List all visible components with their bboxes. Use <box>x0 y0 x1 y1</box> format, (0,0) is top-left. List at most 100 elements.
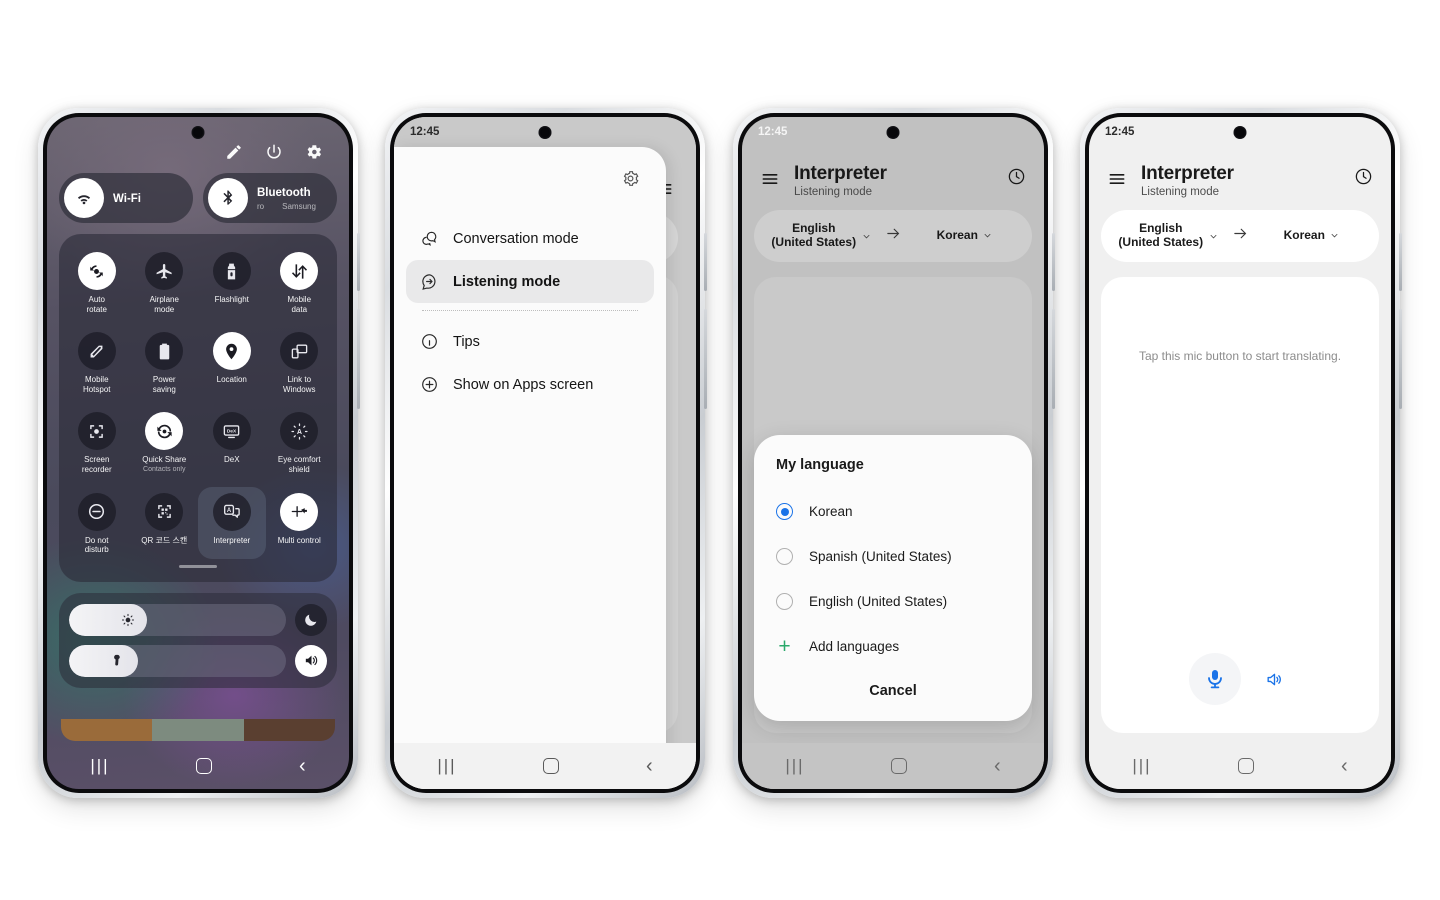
navigation-bar: ||| ‹ <box>1089 743 1391 789</box>
radio-button[interactable] <box>776 548 793 565</box>
cancel-button[interactable]: Cancel <box>776 669 1010 705</box>
home-icon[interactable] <box>543 758 560 774</box>
language-option-spanish-united-states[interactable]: Spanish (United States) <box>776 534 1010 579</box>
sound-mode-toggle[interactable] <box>295 644 327 677</box>
menu-divider <box>422 310 638 311</box>
listening-mode-icon <box>422 274 436 290</box>
bluetooth-tile[interactable]: Bluetooth ro Samsung <box>203 173 337 223</box>
qs-tile-flashlight[interactable]: Flashlight <box>198 246 266 318</box>
language-selector-bar: English (United States) Korean <box>1101 210 1379 262</box>
wallpaper-band-3 <box>243 719 335 741</box>
qs-tile-auto-rotate[interactable]: Auto rotate <box>63 246 131 318</box>
qs-tile-power-saving[interactable]: Power saving <box>131 326 199 398</box>
qs-tile-eye-comfort[interactable]: A Eye comfort shield <box>266 406 334 478</box>
dialog-title: My language <box>776 457 864 473</box>
hotspot-icon <box>90 345 103 358</box>
wallpaper-band-2 <box>152 719 244 741</box>
qs-tile-dex[interactable]: DeX DeX <box>198 406 266 478</box>
header-titles: Interpreter Listening mode <box>1141 163 1340 198</box>
speaker-icon <box>305 655 317 666</box>
hamburger-icon[interactable] <box>1107 169 1127 194</box>
qs-tile-label: Interpreter <box>213 535 251 545</box>
qs-tile-airplane[interactable]: Airplane mode <box>131 246 199 318</box>
qs-tile-qr-scan[interactable]: QR 코드 스캔 <box>131 487 199 559</box>
qs-tile-label: Mobile Hotspot <box>82 375 111 394</box>
bluetooth-sub-right: Samsung <box>282 202 316 212</box>
qs-tile-multi-control[interactable]: Multi control <box>266 487 334 559</box>
qs-tile-label: Location <box>216 375 247 385</box>
recent-apps-icon[interactable]: ||| <box>785 756 804 776</box>
volume-button[interactable] <box>1052 233 1055 291</box>
add-languages-button[interactable]: + Add languages <box>776 624 1010 669</box>
radio-button[interactable] <box>776 503 793 520</box>
back-icon[interactable]: ‹ <box>1341 756 1348 776</box>
qs-tile-link-to-windows[interactable]: Link to Windows <box>266 326 334 398</box>
interpreter-icon: A <box>224 504 241 518</box>
brightness-slider-row <box>69 603 327 636</box>
volume-button[interactable] <box>357 233 360 291</box>
panel-drag-handle[interactable] <box>179 564 217 568</box>
qs-tile-hotspot[interactable]: Mobile Hotspot <box>63 326 131 398</box>
recent-apps-icon[interactable]: ||| <box>90 756 109 776</box>
interpreter-icon: A <box>212 492 251 531</box>
airplane-icon <box>145 252 184 290</box>
qs-tile-quick-share[interactable]: Quick Share Contacts only <box>131 406 199 478</box>
svg-text:A: A <box>297 428 302 436</box>
power-side-button[interactable] <box>357 309 360 409</box>
front-camera-punchhole <box>191 126 205 139</box>
back-icon[interactable]: ‹ <box>994 756 1001 776</box>
flashlight-icon <box>228 263 236 279</box>
qs-tile-location-pin[interactable]: Location <box>198 326 266 398</box>
microphone-icon <box>1208 670 1222 689</box>
home-icon[interactable] <box>1238 758 1255 774</box>
language-option-english-united-states[interactable]: English (United States) <box>776 579 1010 624</box>
settings-gear-icon[interactable] <box>305 143 323 161</box>
drawer-item-conversation-mode[interactable]: Conversation mode <box>406 217 654 260</box>
drawer-item-listening-mode[interactable]: Listening mode <box>406 260 654 303</box>
speaker-button[interactable] <box>1257 662 1291 696</box>
screen-recorder-icon <box>77 412 116 451</box>
settings-gear-icon[interactable] <box>621 169 640 193</box>
volume-slider[interactable] <box>69 644 286 677</box>
listening-mode-icon <box>420 272 439 291</box>
power-side-button[interactable] <box>704 309 707 409</box>
volume-button[interactable] <box>1399 233 1402 291</box>
power-icon[interactable] <box>265 143 283 161</box>
info-icon <box>420 332 439 351</box>
brightness-icon <box>122 613 135 626</box>
source-language-selector[interactable]: English (United States) <box>1111 221 1226 250</box>
qs-tile-interpreter[interactable]: A Interpreter <box>198 486 266 559</box>
quick-share-icon <box>157 424 172 439</box>
brightness-slider[interactable] <box>69 603 286 636</box>
qs-tile-label: Do not disturb <box>84 535 109 555</box>
qs-tile-label: Link to Windows <box>283 375 316 394</box>
drawer-item-tips[interactable]: Tips <box>406 320 654 363</box>
navigation-drawer: Conversation mode Listening mode Tips Show … <box>394 147 666 789</box>
home-icon[interactable] <box>196 758 213 774</box>
multi-control-icon <box>280 492 319 531</box>
language-option-korean[interactable]: Korean <box>776 489 1010 534</box>
edit-icon[interactable] <box>225 143 243 161</box>
recent-apps-icon[interactable]: ||| <box>437 756 456 776</box>
power-side-button[interactable] <box>1399 309 1402 409</box>
radio-button[interactable] <box>776 593 793 610</box>
qs-tile-screen-recorder[interactable]: Screen recorder <box>63 406 131 478</box>
volume-button[interactable] <box>704 233 707 291</box>
wifi-tile[interactable]: Wi-Fi <box>59 173 193 223</box>
dark-mode-toggle[interactable] <box>295 603 327 636</box>
qs-tile-mobile-data[interactable]: Mobile data <box>266 246 334 318</box>
qs-tile-do-not-disturb[interactable]: Do not disturb <box>63 487 131 559</box>
power-side-button[interactable] <box>1052 309 1055 409</box>
qs-tile-label: DeX <box>223 455 240 465</box>
target-language-selector[interactable]: Korean <box>1255 228 1370 243</box>
clock-history-icon[interactable] <box>1354 167 1373 191</box>
home-icon[interactable] <box>891 758 908 774</box>
moon-icon <box>305 614 317 626</box>
mic-button[interactable] <box>1189 653 1241 705</box>
back-icon[interactable]: ‹ <box>646 756 653 776</box>
back-icon[interactable]: ‹ <box>299 756 306 776</box>
drawer-item-show-on-apps-screen[interactable]: Show on Apps screen <box>406 363 654 406</box>
recent-apps-icon[interactable]: ||| <box>1132 756 1151 776</box>
link-to-windows-icon <box>280 332 319 371</box>
location-pin-icon <box>226 343 238 359</box>
